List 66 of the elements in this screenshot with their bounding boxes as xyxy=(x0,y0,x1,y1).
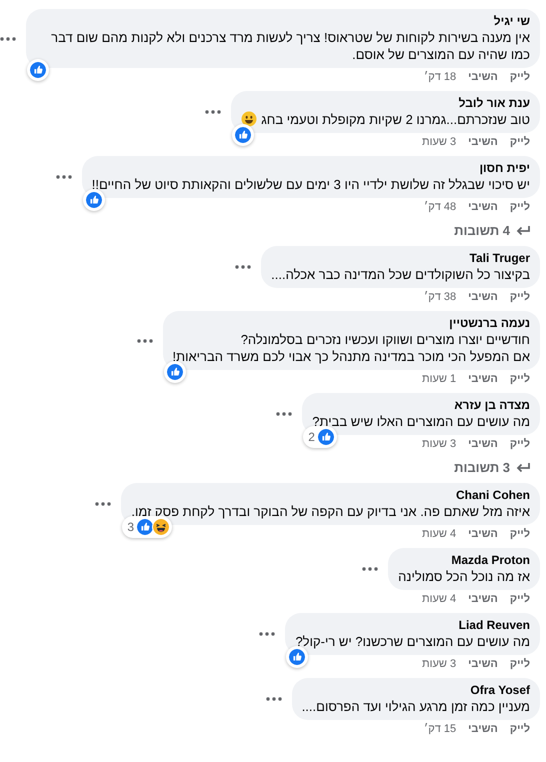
reply-link[interactable]: השיבי xyxy=(468,373,498,386)
timestamp[interactable]: 4 שעות xyxy=(422,528,456,541)
like-link[interactable]: לייק xyxy=(510,658,530,671)
author-name[interactable]: Mazda Proton xyxy=(398,553,530,568)
reply-arrow-icon xyxy=(516,225,530,237)
reply-link[interactable]: השיבי xyxy=(468,723,498,736)
more-options-icon[interactable] xyxy=(205,110,222,114)
like-link[interactable]: לייק xyxy=(510,723,530,736)
timestamp[interactable]: 1 שעות xyxy=(422,373,456,386)
view-replies-link[interactable]: 3 תשובות xyxy=(454,460,530,476)
more-options-icon[interactable] xyxy=(235,265,252,269)
comment-text: בקיצור כל השוקולדים שכל המדינה כבר אכלה.... xyxy=(271,266,530,283)
like-link[interactable]: לייק xyxy=(510,71,530,84)
reply-arrow-icon xyxy=(516,462,530,474)
reply-link[interactable]: השיבי xyxy=(468,528,498,541)
author-name[interactable]: נעמה ברנשטיין xyxy=(172,316,530,331)
comment-text: אז מה נוכל הכל סמולינה xyxy=(398,568,530,585)
author-name[interactable]: Ofra Yosef xyxy=(302,683,530,698)
reply-link[interactable]: השיבי xyxy=(468,136,498,149)
author-name[interactable]: יפית חסון xyxy=(92,161,530,176)
reply-link[interactable]: השיבי xyxy=(468,291,498,304)
reaction-count: 2 xyxy=(307,430,316,444)
timestamp[interactable]: 38 דק׳ xyxy=(424,291,456,304)
timestamp[interactable]: 3 שעות xyxy=(422,136,456,149)
timestamp[interactable]: 15 דק׳ xyxy=(424,723,456,736)
author-name[interactable]: ענת אור לובל xyxy=(241,96,530,111)
like-link[interactable]: לייק xyxy=(510,201,530,214)
timestamp[interactable]: 4 שעות xyxy=(422,593,456,606)
comment-text: טוב שנזכרתם...גמרנו 2 שקיות מקופלת וטעמי בחג xyxy=(241,111,530,128)
more-options-icon[interactable] xyxy=(0,36,16,40)
reply-link[interactable]: השיבי xyxy=(468,658,498,671)
author-name[interactable]: שי יגיל xyxy=(36,14,530,29)
like-link[interactable]: לייק xyxy=(510,291,530,304)
more-options-icon[interactable] xyxy=(362,567,378,571)
reply-link[interactable]: השיבי xyxy=(468,71,498,84)
like-link[interactable]: לייק xyxy=(510,136,530,149)
reply-link[interactable]: השיבי xyxy=(468,593,498,606)
comment-text: אין מענה בשירות לקוחות של שטראוס! צריך לעשות מרד צרכנים ולא לקנות מהם שום דבר כמו שהיה עם המוצרים של אוסם. xyxy=(50,29,530,63)
reactions-badge[interactable]: 3 xyxy=(122,516,172,538)
more-options-icon[interactable] xyxy=(276,412,292,416)
more-options-icon[interactable] xyxy=(259,632,276,636)
more-options-icon[interactable] xyxy=(136,338,152,342)
timestamp[interactable]: 48 דק׳ xyxy=(424,201,456,214)
like-link[interactable]: לייק xyxy=(510,528,530,541)
like-link[interactable]: לייק xyxy=(510,438,530,451)
reply-link[interactable]: השיבי xyxy=(468,438,498,451)
timestamp[interactable]: 18 דק׳ xyxy=(424,71,456,84)
comment-text: מה עושים עם המוצרים שרכשנו? יש רי-קול? xyxy=(295,633,530,650)
comment-text: יש סיכוי שבגלל זה שלושת ילדיי היו 3 ימים עם שלשולים והקאותת סיוט של החיים!! xyxy=(92,176,530,193)
comment-text: חודשיים יוצרו מוצרים ושווקו ועכשיו נזכרים בסלמונלה? אם המפעל הכי מוכר במדינה מתנהל כך אבוי לכם משרד הבריאות! xyxy=(172,331,530,365)
like-link[interactable]: לייק xyxy=(510,593,530,606)
reactions-badge[interactable]: 2 xyxy=(303,426,337,448)
author-name[interactable]: Tali Truger xyxy=(271,251,530,266)
view-replies-link[interactable]: 4 תשובות xyxy=(454,223,530,239)
reaction-count: 3 xyxy=(126,520,136,534)
more-options-icon[interactable] xyxy=(95,502,112,506)
author-name[interactable]: Chani Cohen xyxy=(131,488,530,503)
like-link[interactable]: לייק xyxy=(510,373,530,386)
timestamp[interactable]: 3 שעות xyxy=(422,658,456,671)
reply-link[interactable]: השיבי xyxy=(468,201,498,214)
more-options-icon[interactable] xyxy=(56,175,72,179)
author-name[interactable]: מצדה בן עזרא xyxy=(312,398,530,413)
more-options-icon[interactable] xyxy=(266,697,282,701)
timestamp[interactable]: 3 שעות xyxy=(422,438,456,451)
author-name[interactable]: Liad Reuven xyxy=(295,618,530,633)
comment-text: מעניין כמה זמן מרגע הגילוי ועד הפרסום.... xyxy=(302,698,530,715)
